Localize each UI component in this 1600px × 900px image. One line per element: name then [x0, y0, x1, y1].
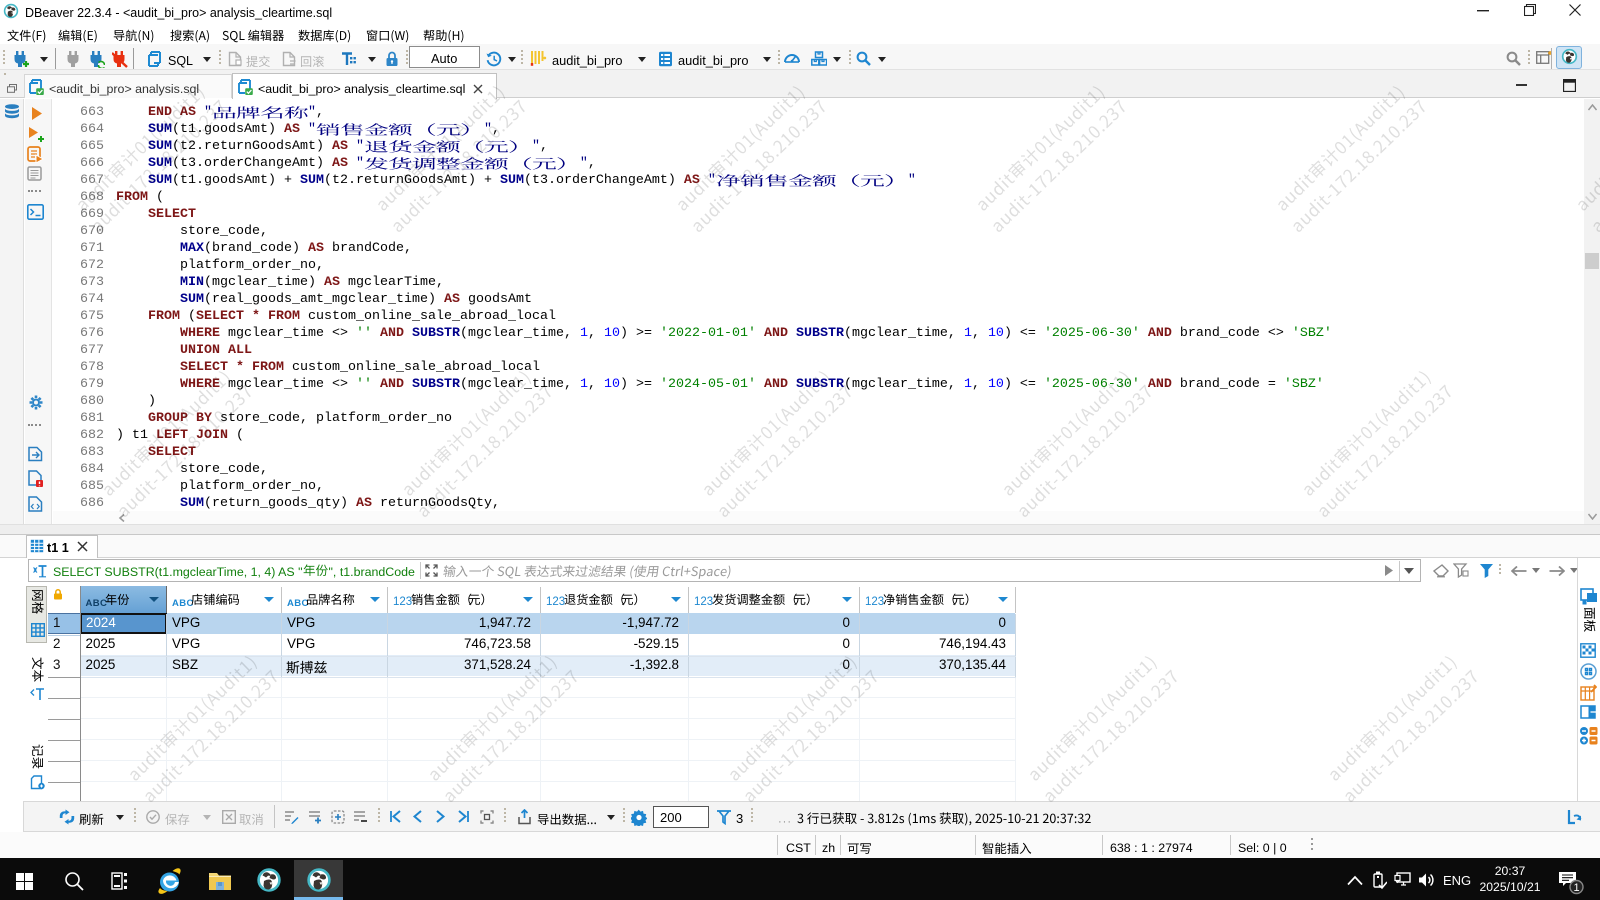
svg-text:1: 1 [1573, 882, 1579, 894]
